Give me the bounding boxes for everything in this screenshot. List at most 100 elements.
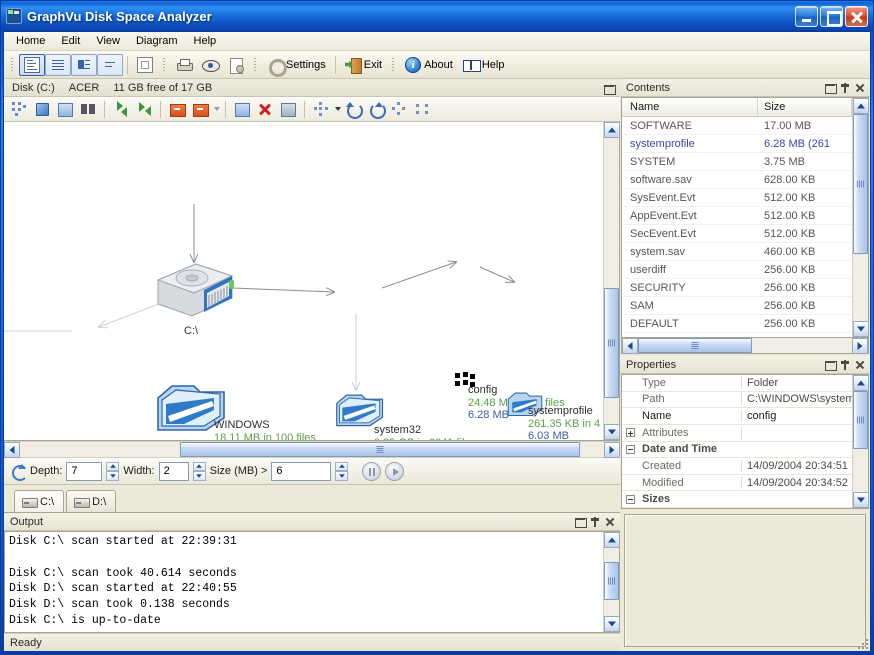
close-icon[interactable] <box>853 358 867 372</box>
table-row[interactable]: SecEvent.Evt 512.00 KB <box>622 225 852 243</box>
table-row[interactable]: DEFAULT 256.00 KB <box>622 315 852 333</box>
size-input[interactable]: 6 <box>271 461 332 481</box>
resize-grip[interactable] <box>856 637 870 651</box>
find-node-button[interactable] <box>77 99 99 120</box>
tab-drive-d[interactable]: D:\ <box>66 490 117 512</box>
property-row[interactable]: Path C:\WINDOWS\system <box>622 392 852 409</box>
export-button[interactable] <box>223 54 249 76</box>
open-folder-button[interactable] <box>231 99 253 120</box>
list-view-button[interactable] <box>45 53 71 76</box>
rotate-left-button[interactable] <box>342 99 364 120</box>
property-value[interactable]: 14/09/2004 20:34:51 <box>742 460 852 472</box>
menu-home[interactable]: Home <box>8 33 53 49</box>
scroll-thumb-h[interactable] <box>180 442 580 457</box>
table-row[interactable]: SECURITY 256.00 KB <box>622 279 852 297</box>
remove-node-button[interactable] <box>277 99 299 120</box>
scroll-left-button[interactable] <box>4 442 20 458</box>
scroll-track[interactable] <box>604 548 619 616</box>
scroll-up-button[interactable] <box>604 122 620 138</box>
toolbar-grip-2[interactable] <box>161 56 168 74</box>
table-row[interactable]: system.sav 460.00 KB <box>622 243 852 261</box>
menu-view[interactable]: View <box>88 33 128 49</box>
contents-horizontal-scrollbar[interactable] <box>621 338 869 354</box>
scroll-right-button[interactable] <box>604 442 620 458</box>
refresh-all-button[interactable] <box>133 99 155 120</box>
fullscreen-button[interactable] <box>132 54 158 76</box>
toolbar-grip-3[interactable] <box>252 56 259 74</box>
collapse-minus-icon[interactable] <box>622 494 638 504</box>
scroll-track[interactable] <box>604 138 619 424</box>
refresh-icon[interactable] <box>10 463 28 481</box>
output-vertical-scrollbar[interactable] <box>603 532 620 632</box>
expand-plus-icon[interactable] <box>622 428 638 438</box>
scroll-left-button[interactable] <box>622 338 638 354</box>
collapse-node-button[interactable] <box>166 99 188 120</box>
width-stepper[interactable] <box>192 461 206 481</box>
table-row[interactable]: SYSTEM 3.75 MB <box>622 153 852 171</box>
scroll-track-h[interactable] <box>638 338 852 353</box>
property-row[interactable]: Date and Time <box>622 442 852 459</box>
scroll-down-button[interactable] <box>604 616 620 632</box>
output-text[interactable]: Disk C:\ scan started at 22:39:31 Disk C… <box>5 532 603 632</box>
pin-icon[interactable] <box>838 81 852 95</box>
property-value[interactable]: 14/09/2004 20:34:52 <box>742 477 852 489</box>
delete-node-button[interactable] <box>254 99 276 120</box>
refresh-branch-button[interactable] <box>110 99 132 120</box>
table-row[interactable]: SysEvent.Evt 512.00 KB <box>622 189 852 207</box>
property-row[interactable]: Type Folder <box>622 375 852 392</box>
property-row[interactable]: Created 14/09/2004 20:34:51 <box>622 458 852 475</box>
scroll-thumb[interactable] <box>604 562 619 600</box>
about-button[interactable]: About <box>400 54 458 76</box>
close-button[interactable] <box>845 5 868 27</box>
depth-input[interactable]: 7 <box>66 461 103 481</box>
align-vertical-button[interactable] <box>411 99 433 120</box>
layout-chevron-down-icon[interactable] <box>335 107 341 111</box>
help-button[interactable]: Help <box>458 54 510 76</box>
column-header-size[interactable]: Size <box>758 98 852 116</box>
scroll-down-button[interactable] <box>853 492 869 508</box>
scroll-track-h[interactable] <box>20 442 604 457</box>
minimize-button[interactable] <box>795 5 818 27</box>
close-icon[interactable] <box>853 81 867 95</box>
scroll-thumb[interactable] <box>604 288 619 398</box>
properties-vertical-scrollbar[interactable] <box>852 375 869 508</box>
property-value[interactable]: config <box>742 410 852 422</box>
menu-diagram[interactable]: Diagram <box>128 33 186 49</box>
depth-stepper[interactable] <box>106 461 120 481</box>
rotate-right-button[interactable] <box>365 99 387 120</box>
scroll-thumb[interactable] <box>853 114 868 254</box>
diagram-canvas[interactable]: C:\ WINDOWS 18.11 MB in 100 files system… <box>4 122 603 440</box>
property-value[interactable]: Folder <box>742 377 852 389</box>
scroll-right-button[interactable] <box>852 338 868 354</box>
contents-vertical-scrollbar[interactable] <box>852 98 869 337</box>
diagram-vertical-scrollbar[interactable] <box>603 122 620 440</box>
table-row[interactable]: SAM 256.00 KB <box>622 297 852 315</box>
pin-icon[interactable] <box>838 358 852 372</box>
restore-icon[interactable] <box>823 358 837 372</box>
restore-icon[interactable] <box>823 81 837 95</box>
restore-icon[interactable] <box>573 515 587 529</box>
menu-edit[interactable]: Edit <box>53 33 88 49</box>
size-stepper[interactable] <box>335 461 349 481</box>
print-preview-button[interactable] <box>197 54 223 76</box>
print-button[interactable] <box>171 54 197 76</box>
table-row[interactable]: default.sav92.00 KB <box>622 333 852 338</box>
layout-button[interactable] <box>310 99 332 120</box>
scroll-up-button[interactable] <box>604 532 620 548</box>
scroll-down-button[interactable] <box>604 424 620 440</box>
copy-node-button[interactable] <box>31 99 53 120</box>
align-horizontal-button[interactable] <box>388 99 410 120</box>
property-row[interactable]: Modified 14/09/2004 20:34:52 <box>622 475 852 492</box>
details-view-button[interactable] <box>71 53 97 76</box>
settings-button[interactable]: Settings <box>262 54 331 77</box>
close-icon[interactable] <box>603 515 617 529</box>
property-value[interactable]: C:\WINDOWS\system <box>742 393 852 405</box>
table-row[interactable]: SOFTWARE 17.00 MB <box>622 117 852 135</box>
toolbar-grip-4[interactable] <box>390 56 397 74</box>
table-row[interactable]: AppEvent.Evt 512.00 KB <box>622 207 852 225</box>
scroll-track[interactable] <box>853 391 868 492</box>
scroll-thumb[interactable] <box>853 391 868 449</box>
properties-grid[interactable]: Type Folder Path C:\WINDOWS\system Name confi… <box>622 375 852 508</box>
tree-view-button[interactable] <box>19 53 45 76</box>
pin-icon[interactable] <box>588 515 602 529</box>
